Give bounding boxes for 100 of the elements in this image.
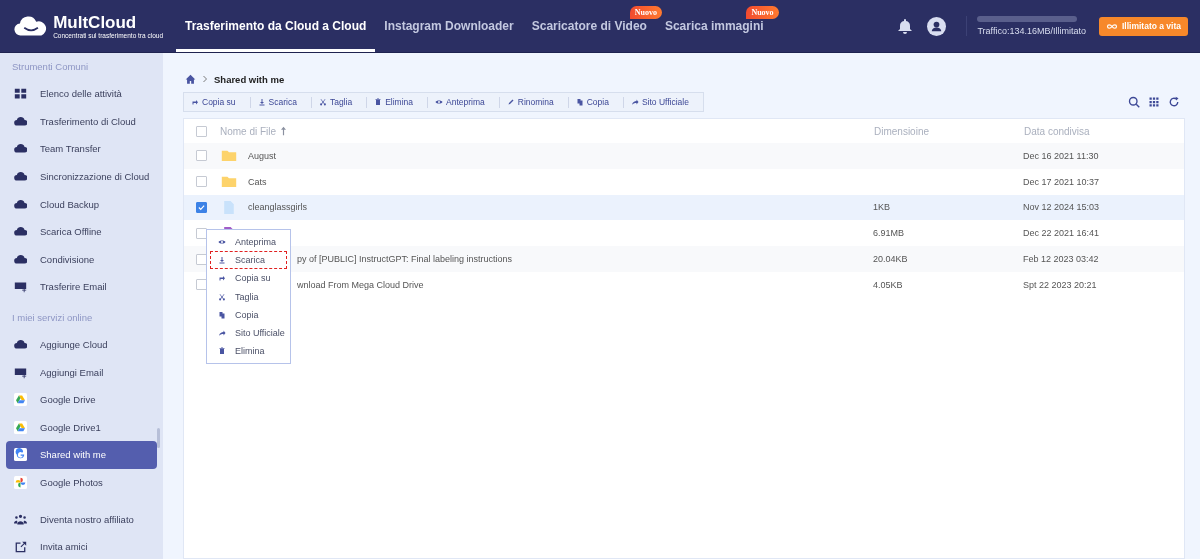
search-icon[interactable] (1128, 96, 1140, 108)
section-title: Strumenti Comuni (11, 61, 90, 74)
people-icon (14, 512, 27, 526)
folder-icon (221, 174, 237, 190)
arrow-icon (218, 329, 226, 338)
share-arrow-icon (191, 98, 199, 106)
refresh-icon[interactable] (1168, 96, 1180, 108)
shared-date: Feb 12 2023 03:42 (1023, 254, 1099, 265)
file-size: 4.05KB (873, 279, 903, 290)
traffic-text: Traffico:134.16MB/Illimitato (977, 26, 1086, 36)
download-icon (218, 256, 226, 265)
cloud-icon (14, 114, 27, 128)
file-size: 1KB (873, 202, 890, 213)
shared-date: Dec 22 2021 16:41 (1023, 228, 1100, 239)
menu-item[interactable]: Elimina (210, 342, 287, 361)
drive-icon (14, 393, 27, 407)
sort-arrow-icon[interactable] (280, 126, 288, 136)
trash-icon (374, 98, 383, 106)
sidebar-item[interactable]: Cloud Backup (6, 190, 157, 218)
cloud-icon (14, 142, 27, 156)
pencil-icon (506, 98, 515, 106)
sidebar-item[interactable]: Trasferire Email (6, 273, 157, 301)
file-name[interactable]: August (248, 150, 277, 161)
toolbar-button[interactable]: Scarica (250, 96, 312, 108)
brand-name: MultCloud (53, 13, 138, 32)
breadcrumb-current: Shared with me (214, 73, 285, 85)
toolbar-button[interactable]: Sito Ufficiale (623, 96, 703, 108)
toolbar-button[interactable]: Copia (568, 96, 624, 108)
file-size: 6.91MB (873, 228, 905, 239)
toolbar-button[interactable]: Taglia (311, 96, 368, 108)
file-name[interactable]: Cats (248, 176, 267, 187)
sidebar-item[interactable]: Trasferimento di Cloud (6, 107, 157, 136)
file-icon (221, 200, 237, 215)
sidebar-item[interactable]: Elenco delle attività (6, 80, 157, 108)
arrow-icon (630, 98, 639, 106)
shared-date: Dec 16 2021 11:30 (1023, 150, 1099, 161)
nav-tab[interactable]: Scarica immagini (655, 18, 773, 34)
sidebar-item[interactable]: Shared with me (6, 441, 157, 469)
pinwheel-icon (14, 476, 27, 489)
folder-icon (221, 148, 237, 164)
copy-icon (218, 310, 226, 319)
menu-item[interactable]: Anteprima (210, 233, 287, 252)
mail-icon (14, 280, 27, 294)
sidebar-item[interactable]: Team Transfer (6, 135, 157, 163)
share-icon (14, 540, 27, 554)
menu-item[interactable]: Copia su (210, 269, 287, 288)
chevron-icon (202, 75, 208, 83)
sidebar-item[interactable]: Diventa nostro affiliato (6, 505, 157, 533)
toolbar-button[interactable]: Rinomina (499, 96, 569, 108)
infinity-icon (1105, 22, 1118, 30)
sidebar-item[interactable]: Google Photos (6, 468, 157, 497)
cloud-icon (14, 197, 27, 211)
bell-icon[interactable] (897, 18, 914, 34)
scissors-icon (318, 98, 327, 106)
section-title: I miei servizi online (11, 311, 94, 325)
drive-icon (14, 420, 27, 434)
row-checkbox[interactable] (196, 150, 207, 162)
toolbar-button[interactable]: Copia su (184, 96, 251, 108)
new-badge: Nuovo (629, 6, 662, 19)
shared-date: Spt 22 2023 20:21 (1023, 279, 1097, 290)
file-size: 20.04KB (873, 254, 908, 265)
home-icon[interactable] (185, 73, 196, 85)
toolbar-button[interactable]: Elimina (367, 96, 428, 108)
scissors-icon (218, 292, 226, 301)
cloud-icon (14, 225, 27, 239)
download-icon (257, 98, 266, 106)
sidebar-item[interactable]: Scarica Offline (6, 217, 157, 246)
shared-date: Nov 12 2024 15:03 (1023, 202, 1100, 213)
mail-icon (14, 365, 27, 379)
menu-item[interactable]: Copia (210, 305, 287, 324)
share-arrow-icon (218, 274, 226, 283)
sidebar-item[interactable]: Google Drive (6, 385, 157, 414)
trash-icon (218, 347, 226, 356)
cloud-icon (14, 170, 27, 184)
cloud-icon (14, 252, 27, 266)
menu-item[interactable]: Sito Ufficiale (210, 323, 287, 343)
eye-icon (435, 98, 443, 106)
grid-view-icon[interactable] (1148, 96, 1160, 108)
menu-item[interactable]: Scarica (210, 251, 287, 270)
copy-icon (575, 98, 584, 106)
grid-icon (14, 87, 27, 101)
cloud-icon (14, 338, 27, 352)
toolbar-button[interactable]: Anteprima (428, 96, 500, 108)
sidebar-item[interactable]: Sincronizzazione di Cloud (6, 162, 157, 191)
sidebar-item[interactable]: Invita amici (6, 532, 157, 559)
sidebar-item[interactable]: Aggiunge Cloud (6, 330, 157, 359)
menu-item[interactable]: Taglia (210, 287, 287, 306)
row-checkbox[interactable] (196, 202, 207, 213)
sidebar-item[interactable]: Aggiungi Email (6, 358, 157, 386)
nav-tab[interactable]: Instagram Downloader (375, 18, 523, 34)
select-all-checkbox[interactable] (196, 125, 207, 137)
row-checkbox[interactable] (196, 176, 207, 188)
nav-tab[interactable]: Trasferimento da Cloud a Cloud (176, 18, 376, 34)
new-badge: Nuovo (746, 6, 779, 19)
sidebar-item[interactable]: Google Drive1 (6, 413, 157, 442)
nav-tab[interactable]: Scaricatore di Video (522, 18, 656, 34)
sidebar-item[interactable]: Condivisione (6, 245, 157, 274)
file-name[interactable]: cleanglassgirls (248, 202, 308, 213)
user-avatar-icon[interactable] (927, 16, 947, 36)
shared-date: Dec 17 2021 10:37 (1023, 176, 1100, 187)
